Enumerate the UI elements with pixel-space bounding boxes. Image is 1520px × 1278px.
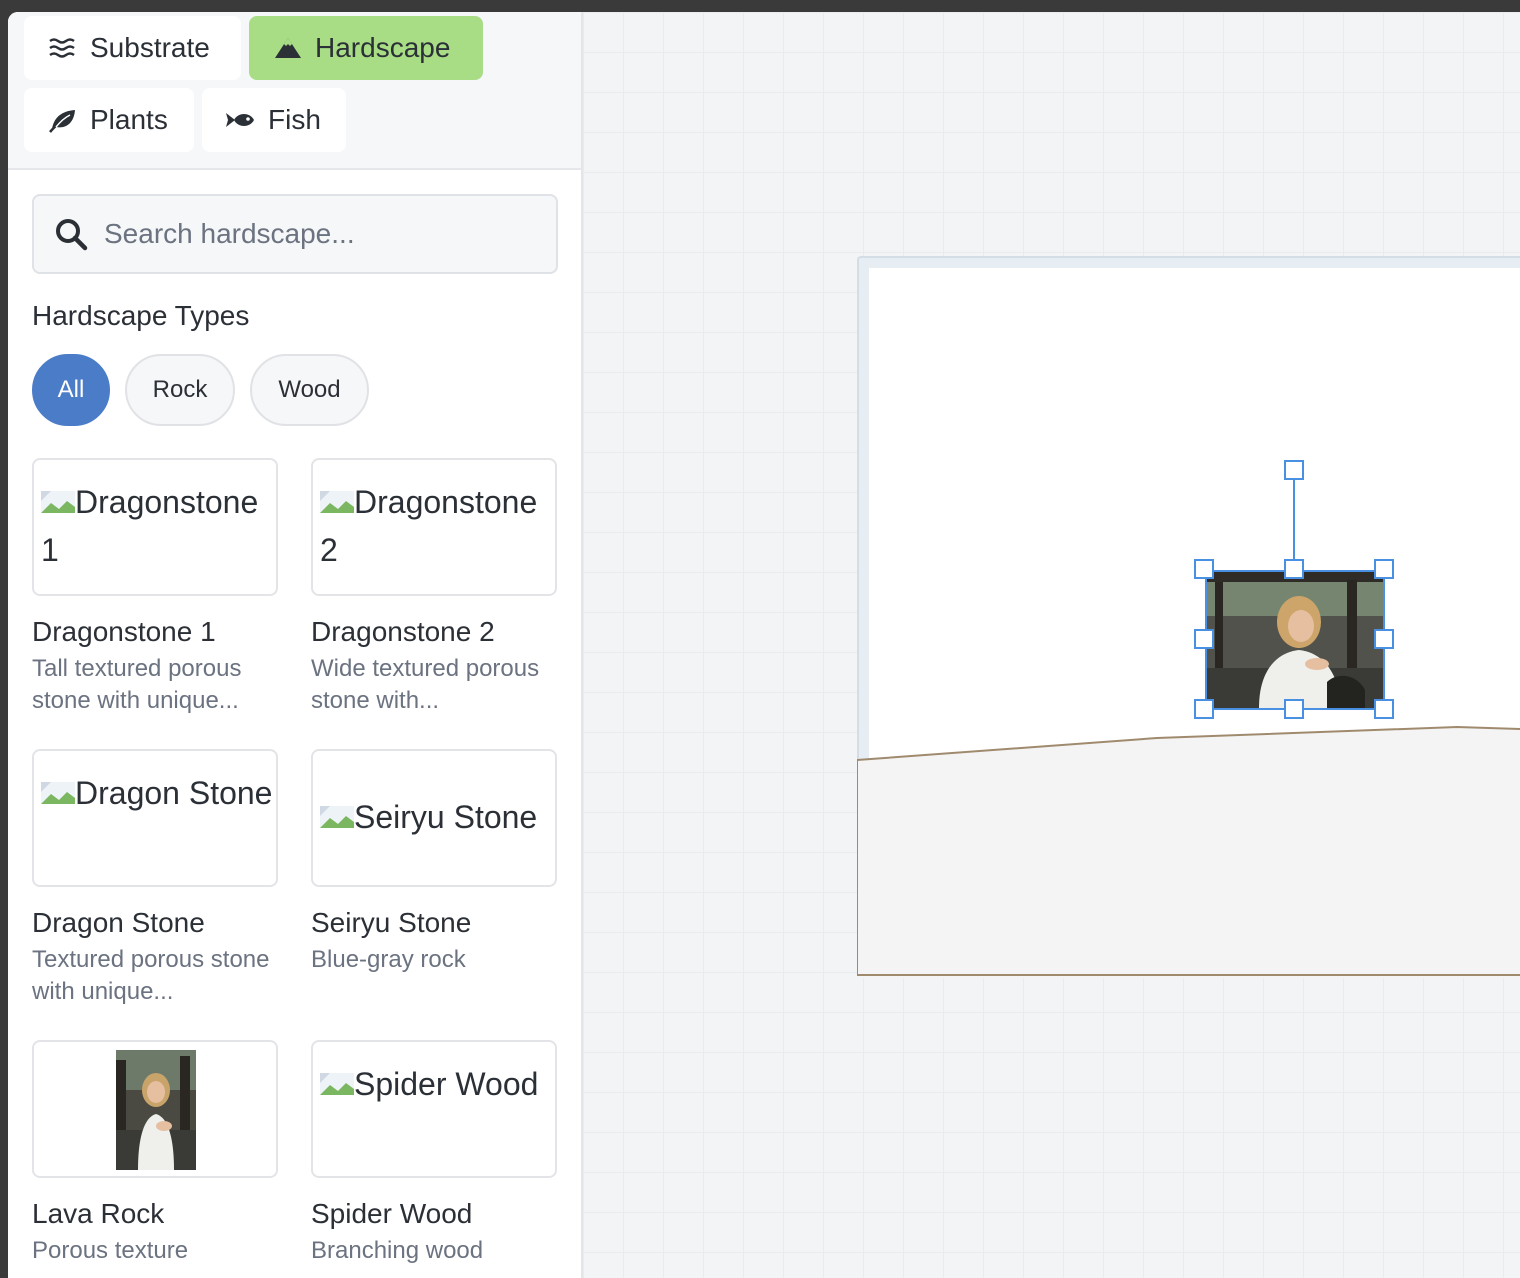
item-name: Spider Wood <box>311 1198 473 1229</box>
item-description: Blue-gray rock <box>311 946 466 973</box>
broken-image: Dragonstone 1 <box>41 478 273 574</box>
tab-substrate[interactable]: Substrate <box>24 16 241 80</box>
filter-all[interactable]: All <box>32 354 110 426</box>
mountain-icon <box>275 38 301 58</box>
resize-handle-bottom-right[interactable] <box>1374 699 1394 719</box>
item-description: Branching wood <box>311 1237 484 1264</box>
tab-plants[interactable]: Plants <box>24 88 194 152</box>
broken-image-icon <box>320 1060 354 1095</box>
tab-plants-label: Plants <box>90 104 168 135</box>
hardscape-types-heading: Hardscape Types <box>32 300 250 331</box>
rotation-handle[interactable] <box>1284 460 1304 480</box>
tab-hardscape[interactable]: Hardscape <box>249 16 483 80</box>
broken-image-icon <box>41 478 75 513</box>
search-box <box>32 194 558 274</box>
category-tabs: Substrate Hardscape Plants Fish <box>8 12 581 170</box>
item-description: Tall textured porous stone with unique..… <box>32 655 242 714</box>
item-card-lava-rock[interactable] <box>32 1040 278 1178</box>
item-description: Porous texture <box>32 1237 189 1264</box>
resize-handle-top-right[interactable] <box>1374 559 1394 579</box>
tab-fish-label: Fish <box>268 104 321 135</box>
item-description: Wide textured porous stone with... <box>311 655 540 714</box>
broken-image: Dragonstone 2 <box>320 478 552 574</box>
resize-handle-bottom-left[interactable] <box>1194 699 1214 719</box>
broken-image: Seiryu Stone <box>320 793 552 841</box>
filter-wood[interactable]: Wood <box>250 354 369 426</box>
tab-substrate-label: Substrate <box>90 32 210 63</box>
item-card-dragon-stone[interactable]: Dragon Stone <box>32 749 278 887</box>
item-image-alt: Dragon Stone <box>75 775 273 811</box>
sidebar: Substrate Hardscape Plants Fish Search h… <box>8 12 583 1278</box>
fish-icon <box>226 113 254 127</box>
item-description: Textured porous stone with unique... <box>32 946 270 1005</box>
item-name: Dragon Stone <box>32 907 205 938</box>
item-card-seiryu-stone[interactable]: Seiryu Stone <box>311 749 557 887</box>
item-card-spider-wood[interactable]: Spider Wood <box>311 1040 557 1178</box>
item-image-alt: Spider Wood <box>354 1066 539 1102</box>
item-card-dragonstone-2[interactable]: Dragonstone 2 <box>311 458 557 596</box>
broken-image-icon <box>41 769 75 804</box>
resize-handle-right[interactable] <box>1374 629 1394 649</box>
resize-handle-top-left[interactable] <box>1194 559 1214 579</box>
item-name: Lava Rock <box>32 1198 165 1229</box>
design-canvas[interactable] <box>583 12 1520 1278</box>
item-card-dragonstone-1[interactable]: Dragonstone 1 <box>32 458 278 596</box>
selected-hardscape-item[interactable] <box>1205 570 1385 710</box>
broken-image: Spider Wood <box>320 1060 552 1108</box>
substrate-layer[interactable] <box>857 712 1520 978</box>
tab-hardscape-label: Hardscape <box>315 32 451 63</box>
rotation-handle-line <box>1293 478 1295 570</box>
filter-rock[interactable]: Rock <box>125 354 235 426</box>
app-window: Substrate Hardscape Plants Fish Search h… <box>8 12 1520 1278</box>
leaf-icon <box>49 110 75 133</box>
resize-handle-top[interactable] <box>1284 559 1304 579</box>
resize-handle-left[interactable] <box>1194 629 1214 649</box>
waves-icon <box>49 38 75 58</box>
item-name: Seiryu Stone <box>311 907 472 938</box>
broken-image: Dragon Stone <box>41 769 273 817</box>
broken-image-icon <box>320 478 354 513</box>
broken-image-icon <box>320 793 354 828</box>
item-name: Dragonstone 2 <box>311 616 495 647</box>
item-name: Dragonstone 1 <box>32 616 216 647</box>
resize-handle-bottom[interactable] <box>1284 699 1304 719</box>
placed-item-photo <box>1207 572 1383 708</box>
tab-fish[interactable]: Fish <box>202 88 346 152</box>
item-photo <box>116 1050 196 1170</box>
item-image-alt: Seiryu Stone <box>354 799 538 835</box>
search-icon <box>56 219 88 251</box>
search-input[interactable] <box>104 218 524 250</box>
